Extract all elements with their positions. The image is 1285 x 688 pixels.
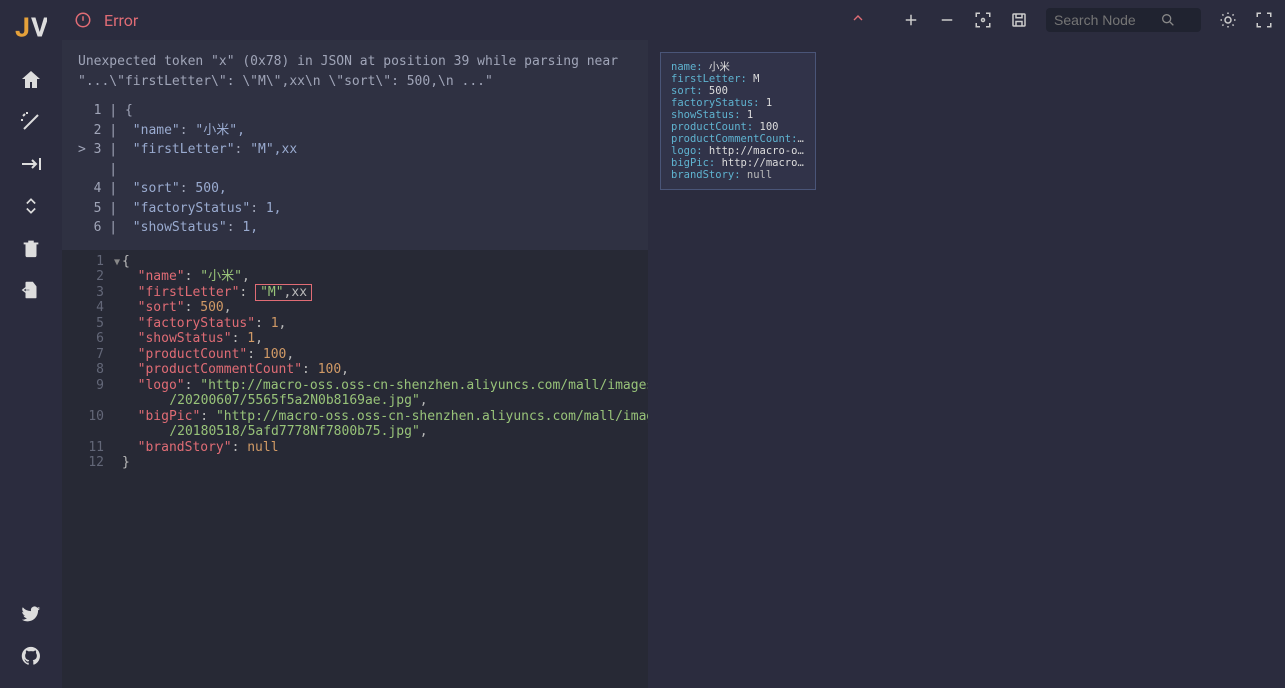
svg-text:V: V — [31, 12, 47, 42]
code-area[interactable]: { "name": "小米", "firstLetter": "M",xx "s… — [114, 250, 648, 688]
node-row: logo: http://macro-oss.… — [671, 145, 805, 157]
search-input[interactable] — [1046, 8, 1201, 32]
code-editor[interactable]: ▼ 123456789101112 { "name": "小米", "first… — [62, 250, 648, 688]
search-icon — [1160, 12, 1176, 28]
node-row: bigPic: http://macro-os… — [671, 157, 805, 169]
collapse-error-icon[interactable] — [850, 10, 866, 30]
fullscreen-icon[interactable] — [1255, 11, 1273, 29]
zoom-out-icon[interactable] — [938, 11, 956, 29]
arrow-right-icon[interactable] — [19, 152, 43, 176]
import-icon[interactable] — [19, 278, 43, 302]
zoom-in-icon[interactable] — [902, 11, 920, 29]
node-row: firstLetter: M — [671, 73, 805, 85]
graph-panel[interactable]: name: 小米firstLetter: Msort: 500factorySt… — [648, 40, 1285, 688]
theme-icon[interactable] — [1219, 11, 1237, 29]
svg-text:J: J — [15, 12, 30, 42]
node-row: showStatus: 1 — [671, 109, 805, 121]
line-gutter: ▼ 123456789101112 — [62, 250, 114, 688]
trash-icon[interactable] — [19, 236, 43, 260]
node-row: factoryStatus: 1 — [671, 97, 805, 109]
logo-icon[interactable]: JV — [15, 10, 47, 42]
github-icon[interactable] — [19, 644, 43, 668]
node-row: productCommentCount: 100 — [671, 133, 805, 145]
node-row: productCount: 100 — [671, 121, 805, 133]
home-icon[interactable] — [19, 68, 43, 92]
sidebar: JV — [0, 0, 62, 688]
save-icon[interactable] — [1010, 11, 1028, 29]
node-card[interactable]: name: 小米firstLetter: Msort: 500factorySt… — [660, 52, 816, 190]
error-icon — [74, 11, 92, 29]
focus-icon[interactable] — [974, 11, 992, 29]
error-text: Unexpected token "x" (0x78) in JSON at p… — [78, 52, 632, 91]
error-title: Error — [104, 11, 138, 30]
node-row: brandStory: null — [671, 169, 805, 181]
error-banner[interactable]: Error — [74, 10, 890, 30]
collapse-icon[interactable] — [19, 194, 43, 218]
node-row: name: 小米 — [671, 61, 805, 73]
magic-wand-icon[interactable] — [19, 110, 43, 134]
twitter-icon[interactable] — [19, 602, 43, 626]
node-row: sort: 500 — [671, 85, 805, 97]
error-message-panel: Unexpected token "x" (0x78) in JSON at p… — [62, 40, 648, 250]
topbar: Error — [62, 0, 1285, 40]
search-field[interactable] — [1054, 12, 1154, 28]
